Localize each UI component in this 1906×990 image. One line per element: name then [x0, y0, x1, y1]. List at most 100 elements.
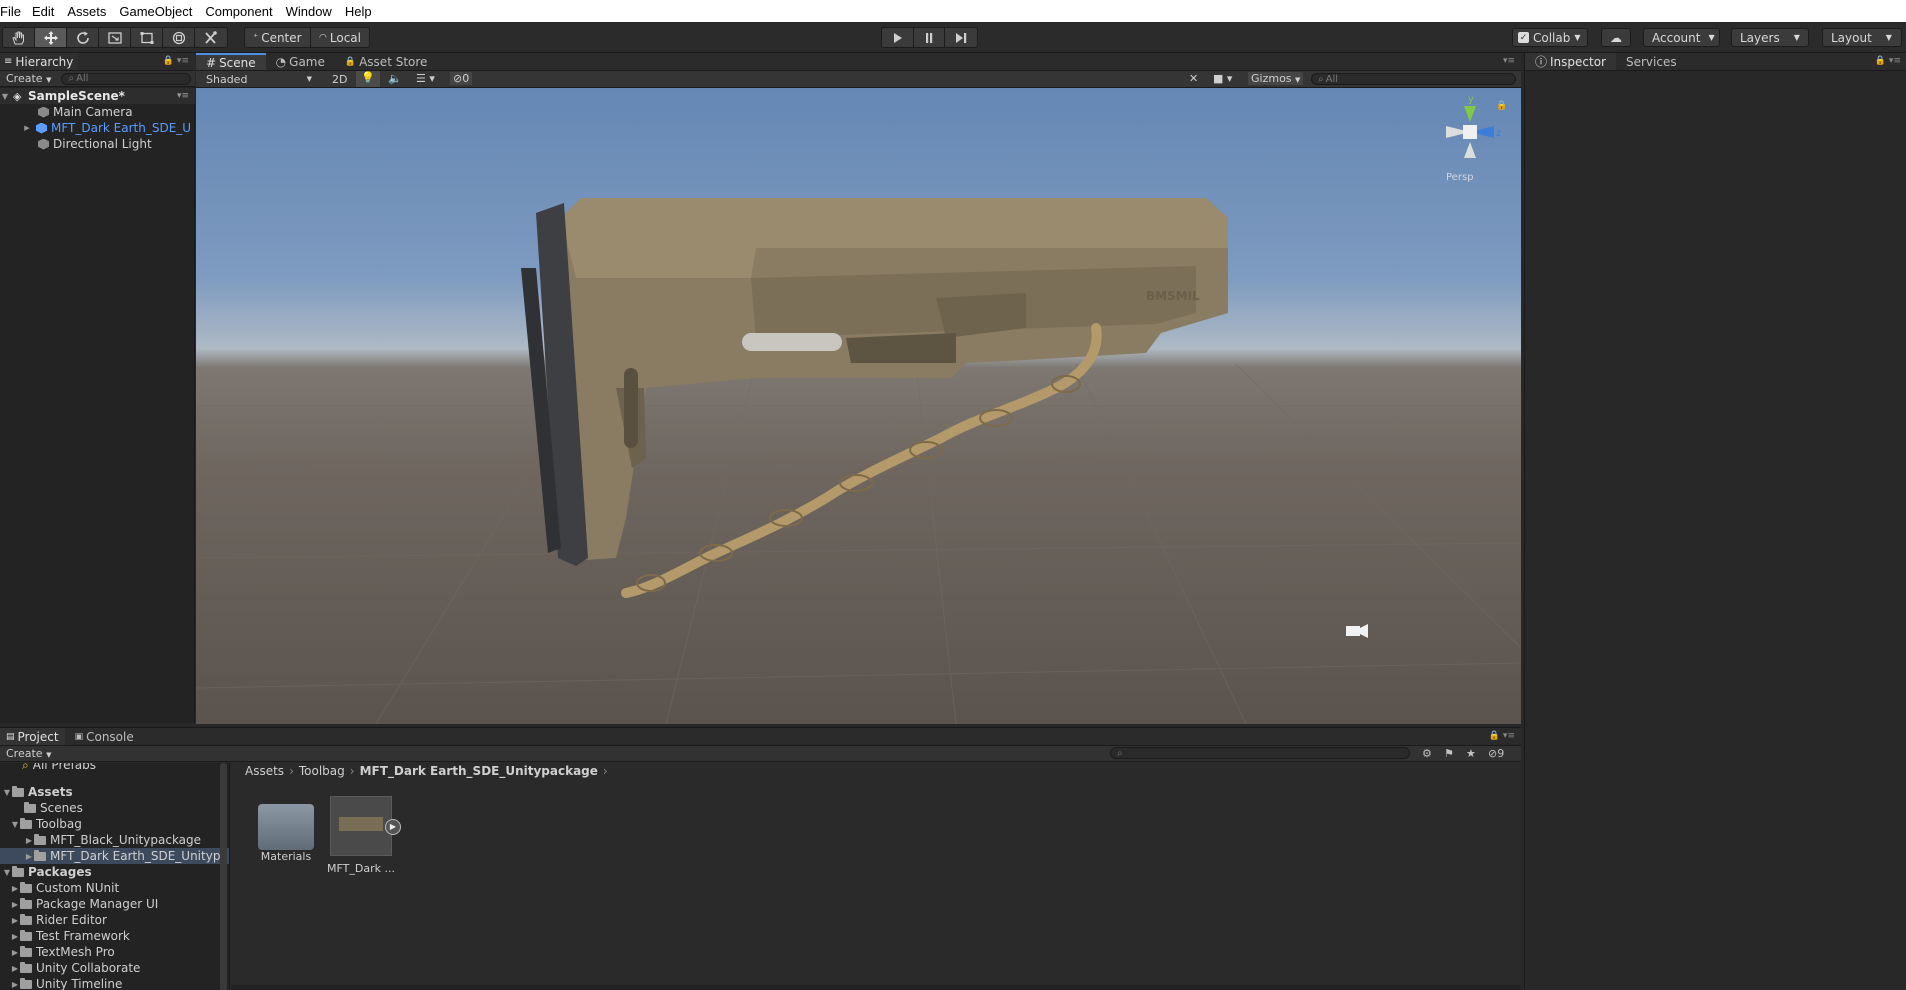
scene-search-input[interactable]: ⌕ All — [1311, 73, 1516, 85]
gizmo-lock-icon[interactable]: 🔒 — [1496, 100, 1507, 111]
tree-item-mft-dark-earth[interactable]: ▶ MFT_Dark Earth_SDE_Unitypa — [0, 848, 229, 864]
camera-icon[interactable]: ■ ▾ — [1213, 72, 1232, 85]
gizmos-dropdown[interactable]: Gizmos ▼ — [1248, 72, 1304, 85]
list-item[interactable]: ▶ MFT_Dark Earth_SDE_U — [0, 120, 191, 136]
tools-icon[interactable]: ✕ — [1189, 72, 1198, 85]
tree-item-package[interactable]: ▶ Custom NUnit — [10, 880, 119, 896]
hidden-objects-toggle[interactable]: ⊘0 — [450, 72, 473, 85]
menu-edit[interactable]: Edit — [32, 4, 67, 19]
audio-icon[interactable]: 🔈 — [388, 72, 402, 85]
list-item[interactable]: Main Camera — [0, 104, 133, 120]
scene-row[interactable]: ▼ ◈ SampleScene* ▾≡ — [0, 88, 195, 104]
project-search-input[interactable]: ⌕ — [1110, 747, 1410, 759]
play-icon[interactable] — [882, 28, 914, 47]
rect-icon[interactable] — [131, 28, 163, 47]
rotate-icon[interactable] — [67, 28, 99, 47]
tree-item-assets[interactable]: ▼ Assets — [2, 784, 73, 800]
expand-arrow-icon[interactable]: ▶ — [10, 932, 20, 941]
create-dropdown[interactable]: Create ▼ — [0, 747, 57, 760]
menu-window[interactable]: Window — [286, 4, 345, 19]
menu-gameobject[interactable]: GameObject — [119, 4, 205, 19]
expand-arrow-icon[interactable]: ▶ — [10, 980, 20, 989]
tree-item-scenes[interactable]: Scenes — [24, 800, 83, 816]
expand-arrow-icon[interactable]: ▶ — [24, 836, 34, 845]
breadcrumb-item[interactable]: MFT_Dark Earth_SDE_Unitypackage — [360, 764, 598, 778]
tree-item-mft-black[interactable]: ▶ MFT_Black_Unitypackage — [24, 832, 201, 848]
tree-item-all-prefabs[interactable]: ⌕ All Prefabs — [22, 763, 96, 773]
expand-arrow-icon[interactable]: ▶ — [10, 964, 20, 973]
custom-tool-icon[interactable] — [195, 28, 227, 47]
pause-icon[interactable] — [914, 28, 946, 47]
expand-arrow-icon[interactable]: ▼ — [0, 92, 10, 101]
tree-item-package[interactable]: ▶ Unity Collaborate — [10, 960, 141, 976]
tab-hierarchy[interactable]: ≡ Hierarchy — [0, 53, 78, 70]
menu-file[interactable]: File — [0, 4, 32, 19]
tree-item-package[interactable]: ▶ Unity Timeline — [10, 976, 122, 990]
menu-bar: File Edit Assets GameObject Component Wi… — [0, 0, 1906, 22]
layers-dropdown[interactable]: Layers ▼ — [1731, 28, 1809, 47]
hierarchy-search-input[interactable]: ⌕ All — [61, 72, 192, 85]
menu-component[interactable]: Component — [205, 4, 285, 19]
create-dropdown[interactable]: Create ▼ — [0, 72, 57, 85]
persp-label[interactable]: Persp — [1446, 172, 1474, 183]
menu-assets[interactable]: Assets — [67, 4, 119, 19]
expand-arrow-icon[interactable]: ▶ — [10, 948, 20, 957]
2d-toggle[interactable]: 2D — [332, 73, 347, 86]
hand-icon[interactable] — [3, 28, 35, 47]
panel-menu-icon[interactable]: 🔒 ▾≡ — [1875, 56, 1901, 66]
filter-type-icon[interactable]: ⚙ — [1422, 747, 1432, 760]
tab-game[interactable]: ◔ Game — [266, 53, 335, 70]
transform-icon[interactable] — [163, 28, 195, 47]
panel-menu-icon[interactable]: 🔒 ▾≡ — [163, 56, 189, 66]
space-local-button[interactable]: ◠ Local — [311, 28, 369, 47]
scale-icon[interactable] — [99, 28, 131, 47]
tree-item-packages[interactable]: ▼ Packages — [2, 864, 92, 880]
expand-arrow-icon[interactable]: ▶ — [10, 916, 20, 925]
camera-gizmo-icon[interactable] — [1346, 624, 1368, 638]
tab-services[interactable]: Services — [1616, 53, 1687, 70]
layout-dropdown[interactable]: Layout ▼ — [1822, 28, 1902, 47]
effects-icon[interactable]: ☰ ▾ — [416, 72, 435, 85]
tab-inspector[interactable]: ⓘ Inspector — [1525, 53, 1616, 70]
tree-item-toolbag[interactable]: ▼ Toolbag — [10, 816, 82, 832]
expand-arrow-icon[interactable]: ▼ — [2, 868, 12, 877]
breadcrumb-item[interactable]: Toolbag — [299, 764, 345, 778]
scene-viewport[interactable]: BMSMIL y z Persp 🔒 — [196, 88, 1521, 724]
breadcrumb-item[interactable]: Assets — [245, 764, 284, 778]
pivot-center-button[interactable]: ⁺ Center — [245, 28, 311, 47]
tab-scene[interactable]: # Scene — [196, 53, 266, 70]
favorite-icon[interactable]: ★ — [1466, 747, 1476, 760]
hidden-packages-toggle[interactable]: ⊘9 — [1488, 747, 1504, 760]
tree-item-package[interactable]: ▶ TextMesh Pro — [10, 944, 115, 960]
orientation-gizmo[interactable] — [1446, 106, 1494, 158]
list-item[interactable]: Directional Light — [0, 136, 152, 152]
scene-menu-icon[interactable]: ▾≡ — [177, 91, 189, 101]
asset-item-materials[interactable]: Materials — [251, 796, 321, 863]
tree-item-package[interactable]: ▶ Test Framework — [10, 928, 130, 944]
expand-arrow-icon[interactable]: ▶ — [22, 124, 32, 132]
move-icon[interactable] — [35, 28, 67, 47]
collab-dropdown[interactable]: ✓ Collab ▼ — [1512, 28, 1588, 47]
cloud-button[interactable]: ☁ — [1601, 28, 1631, 47]
tab-asset-store[interactable]: 🔒 Asset Store — [335, 53, 438, 70]
tree-item-package[interactable]: ▶ Rider Editor — [10, 912, 107, 928]
filter-label-icon[interactable]: ⚑ — [1444, 747, 1454, 760]
tree-scrollbar[interactable] — [220, 763, 227, 990]
expand-arrow-icon[interactable]: ▶ — [10, 884, 20, 893]
step-icon[interactable] — [945, 28, 977, 47]
lighting-icon[interactable]: 💡 — [356, 71, 380, 87]
menu-help[interactable]: Help — [345, 4, 379, 19]
panel-menu-icon[interactable]: 🔒 ▾≡ — [1489, 731, 1515, 741]
expand-arrow-icon[interactable]: ▼ — [2, 788, 12, 797]
tree-item-package[interactable]: ▶ Package Manager UI — [10, 896, 158, 912]
expand-arrow-icon[interactable]: ▼ — [10, 820, 20, 829]
asset-item-prefab[interactable]: ▶ MFT_Dark ... — [326, 796, 401, 875]
tab-project[interactable]: ▤ Project — [0, 728, 65, 745]
tab-console[interactable]: ▣ Console — [65, 728, 144, 745]
shading-dropdown[interactable]: Shaded ▼ — [206, 73, 316, 86]
expand-arrow-icon[interactable]: ▶ — [24, 852, 34, 861]
zoom-slider[interactable] — [231, 985, 1521, 990]
panel-menu-icon[interactable]: ▾≡ — [1503, 56, 1515, 66]
account-dropdown[interactable]: Account ▼ — [1643, 28, 1720, 47]
expand-arrow-icon[interactable]: ▶ — [10, 900, 20, 909]
